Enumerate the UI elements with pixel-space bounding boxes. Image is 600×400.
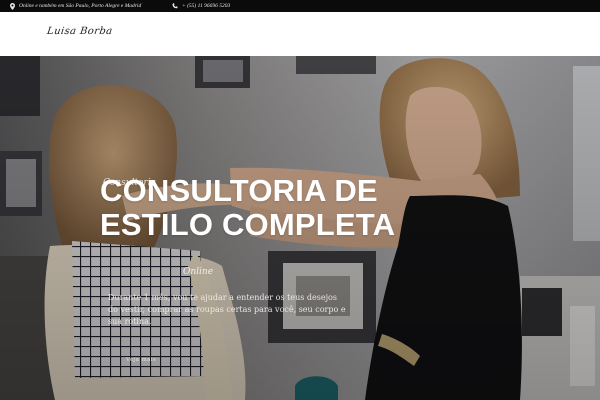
top-info-bar: Online e também em São Paulo, Porto Aleg…	[0, 0, 600, 12]
hero-tag-online: Online	[183, 267, 214, 277]
phone-text[interactable]: + (55) 11 96696 5203	[182, 3, 230, 9]
hero-description: Durante 1 mês, vou te ajudar a entender …	[108, 293, 346, 326]
hero-section: Consultoria CONSULTORIA DE ESTILO COMPLE…	[0, 56, 600, 400]
phone-info[interactable]: + (55) 11 96696 5203	[172, 0, 230, 12]
phone-icon	[172, 3, 178, 9]
map-pin-icon	[10, 2, 15, 10]
see-more-link[interactable]: Veja mais	[126, 357, 156, 363]
location-text: Online e também em São Paulo, Porto Aleg…	[19, 3, 142, 9]
hero-title: CONSULTORIA DE ESTILO COMPLETA	[100, 173, 396, 242]
site-logo[interactable]: Luisa Borba	[46, 26, 113, 37]
location-info: Online e também em São Paulo, Porto Aleg…	[10, 0, 141, 12]
site-header: Luisa Borba	[0, 12, 600, 56]
